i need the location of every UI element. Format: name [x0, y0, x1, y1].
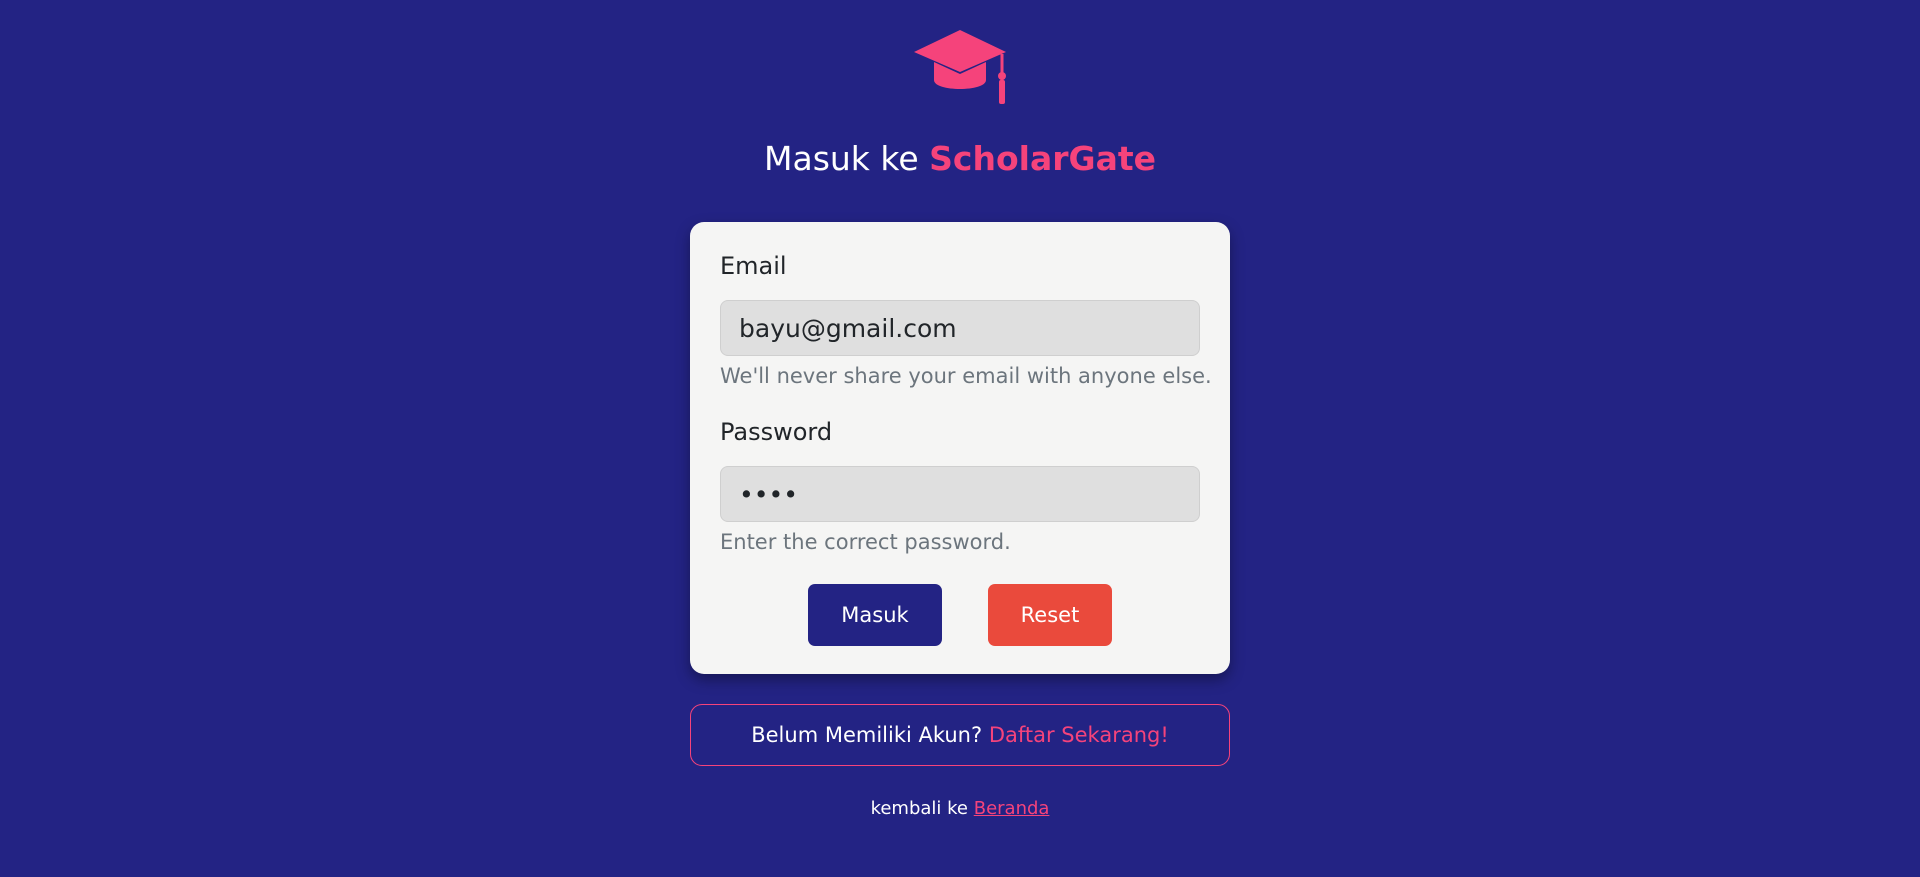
email-field[interactable] — [720, 300, 1200, 356]
back-text: kembali ke — [870, 798, 974, 819]
brand-name: ScholarGate — [929, 139, 1156, 178]
login-form: Email We'll never share your email with … — [690, 222, 1230, 674]
password-field[interactable] — [720, 466, 1200, 522]
title-prefix: Masuk ke — [764, 139, 930, 178]
reset-button[interactable]: Reset — [988, 584, 1112, 646]
graduation-cap-icon — [914, 30, 1006, 104]
email-help-text: We'll never share your email with anyone… — [720, 364, 1212, 388]
login-page: Masuk ke ScholarGate Email We'll never s… — [0, 0, 1920, 877]
password-help-text: Enter the correct password. — [720, 530, 1011, 554]
email-label: Email — [720, 252, 787, 280]
register-prompt: Belum Memiliki Akun? Daftar Sekarang! — [690, 704, 1230, 766]
register-link[interactable]: Daftar Sekarang! — [989, 723, 1169, 747]
password-label: Password — [720, 418, 833, 446]
home-link[interactable]: Beranda — [974, 798, 1050, 819]
login-button[interactable]: Masuk — [808, 584, 942, 646]
back-to-home: kembali ke Beranda — [0, 798, 1920, 819]
register-text: Belum Memiliki Akun? — [751, 723, 989, 747]
page-title: Masuk ke ScholarGate — [0, 136, 1920, 182]
